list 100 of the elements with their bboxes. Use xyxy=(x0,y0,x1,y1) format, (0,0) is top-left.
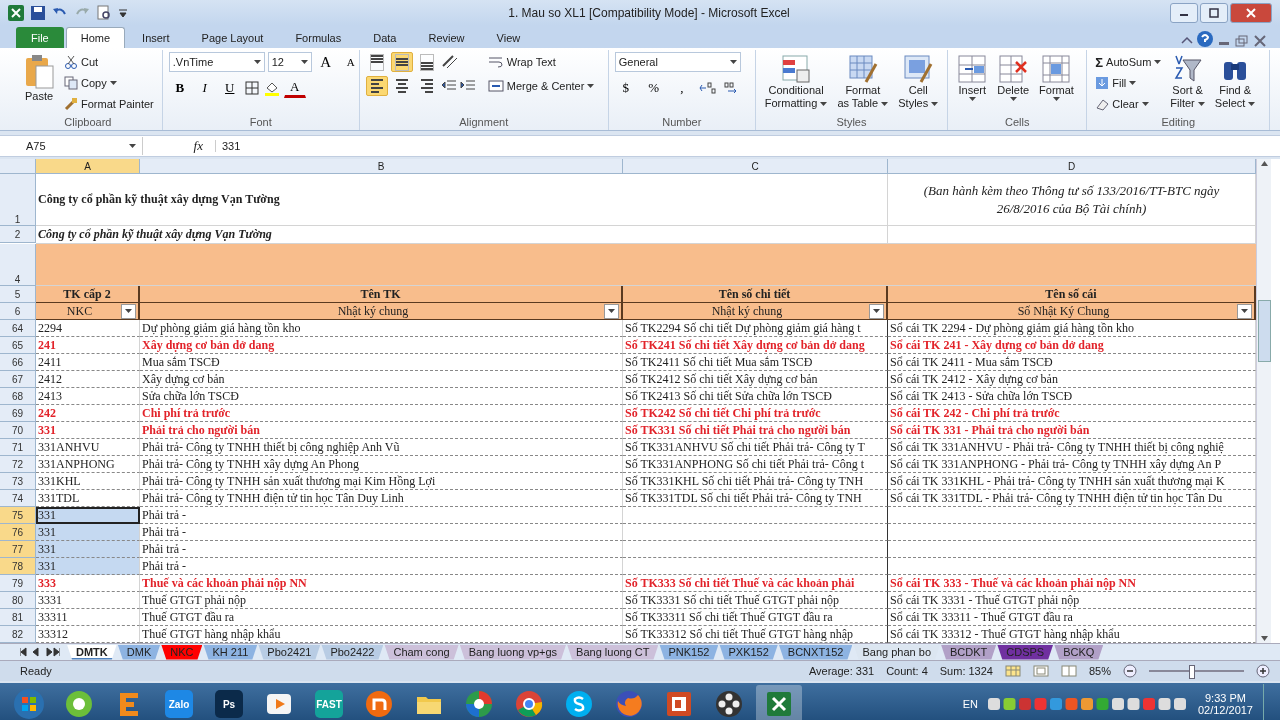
row-header[interactable]: 65 xyxy=(0,337,36,354)
sheet-tab[interactable]: DMK xyxy=(117,644,161,660)
sheet-tab[interactable]: BCDKT xyxy=(941,644,997,660)
insert-function-button[interactable]: fx xyxy=(143,138,215,154)
save-icon[interactable] xyxy=(30,4,46,21)
row-header[interactable]: 4 xyxy=(0,244,36,286)
ribbon-tab[interactable]: Data xyxy=(358,27,412,48)
borders-icon[interactable] xyxy=(243,80,260,96)
row-header[interactable]: 74 xyxy=(0,490,36,507)
print-preview-icon[interactable] xyxy=(96,4,112,21)
formula-field[interactable]: 331 xyxy=(215,140,1280,152)
sheet-tab[interactable]: PNK152 xyxy=(659,644,719,660)
row-header[interactable]: 5 xyxy=(0,286,36,303)
font-style-button[interactable]: B xyxy=(168,78,191,98)
maximize-button[interactable] xyxy=(1200,2,1228,23)
sheet-tab[interactable]: Bang luong vp+gs xyxy=(459,644,567,660)
comma-button[interactable]: , xyxy=(670,78,693,98)
font-color-button[interactable]: A xyxy=(283,78,306,98)
row-header[interactable]: 75 xyxy=(0,507,36,524)
find-select-button[interactable]: Find & Select xyxy=(1211,52,1259,112)
row-header[interactable]: 6 xyxy=(0,303,36,320)
help-icon[interactable] xyxy=(1196,30,1214,48)
sort-filter-button[interactable]: Sort & Filter xyxy=(1167,52,1208,112)
increase-decimal-icon[interactable] xyxy=(698,81,717,95)
row-header[interactable]: 66 xyxy=(0,354,36,371)
font-style-button[interactable]: U xyxy=(218,78,241,98)
sheet-tab[interactable]: Pbo2421 xyxy=(258,644,321,660)
row-header[interactable]: 1 xyxy=(0,174,36,226)
row-header[interactable]: 2 xyxy=(0,226,36,243)
close-button[interactable] xyxy=(1230,2,1272,23)
autosum-button[interactable]: Σ AutoSum xyxy=(1093,52,1164,72)
fill-color-icon[interactable] xyxy=(262,80,281,96)
taskbar-button[interactable]: Zalo xyxy=(156,685,202,720)
wrap-text-button[interactable]: Wrap Text xyxy=(485,52,597,72)
row-header[interactable]: 71 xyxy=(0,439,36,456)
filter-dropdown[interactable] xyxy=(1237,303,1252,319)
paste-button[interactable]: Paste xyxy=(20,52,58,105)
ribbon-tab[interactable]: Page Layout xyxy=(186,27,279,48)
fill-button[interactable]: Fill xyxy=(1093,73,1164,93)
row-header[interactable]: 77 xyxy=(0,541,36,558)
row-header[interactable]: 80 xyxy=(0,592,36,609)
font-name-field[interactable]: .VnTime xyxy=(168,52,265,72)
styles-button[interactable]: Conditional Formatting xyxy=(761,52,831,112)
currency-button[interactable]: $ xyxy=(614,78,637,98)
ribbon-tab[interactable]: Review xyxy=(413,27,480,48)
sheet-tab[interactable]: NKC xyxy=(161,644,203,660)
tray-icons-drawing[interactable] xyxy=(987,696,1188,712)
column-header[interactable]: C xyxy=(623,159,888,174)
row-header[interactable]: 76 xyxy=(0,524,36,541)
horizontal-align-button[interactable] xyxy=(365,76,388,96)
copy-button[interactable]: Copy xyxy=(62,73,156,93)
row-header[interactable]: 69 xyxy=(0,405,36,422)
styles-button[interactable]: Cell Styles xyxy=(895,52,942,112)
sheet-tab[interactable]: Bang phan bo xyxy=(853,644,940,660)
column-header[interactable]: D xyxy=(888,159,1256,174)
vertical-scrollbar[interactable] xyxy=(1256,159,1271,643)
row-header[interactable]: 81 xyxy=(0,609,36,626)
excel-logo-icon[interactable] xyxy=(8,4,24,21)
shrink-font-button[interactable]: A xyxy=(339,52,362,72)
merge-center-button[interactable]: Merge & Center xyxy=(485,76,597,96)
styles-button[interactable]: Format as Table xyxy=(834,52,892,112)
zoom-out-icon[interactable] xyxy=(1123,664,1137,678)
clock[interactable]: 9:33 PM 02/12/2017 xyxy=(1197,692,1253,716)
ribbon-tab[interactable]: Insert xyxy=(127,27,185,48)
zoom-slider-thumb[interactable] xyxy=(1188,665,1195,679)
filter-dropdown[interactable] xyxy=(869,303,884,319)
ribbon-tab[interactable]: File xyxy=(16,27,64,48)
row-header[interactable]: 72 xyxy=(0,456,36,473)
ribbon-tab[interactable]: View xyxy=(481,27,536,48)
sheet-tab[interactable]: BCNXT152 xyxy=(778,644,853,660)
row-header[interactable]: 79 xyxy=(0,575,36,592)
grow-font-button[interactable]: A xyxy=(314,52,337,72)
ribbon-tab[interactable]: Home xyxy=(65,27,126,48)
scroll-thumb[interactable] xyxy=(1257,300,1271,362)
row-header[interactable]: 68 xyxy=(0,388,36,405)
taskbar-button[interactable] xyxy=(756,685,802,720)
sheet-tab[interactable]: Cham cong xyxy=(384,644,459,660)
row-header[interactable]: 73 xyxy=(0,473,36,490)
sheet-tab[interactable]: Bang luong CT xyxy=(567,644,659,660)
vertical-align-button[interactable] xyxy=(390,52,413,72)
row-header[interactable]: 70 xyxy=(0,422,36,439)
percent-button[interactable]: % xyxy=(642,78,665,98)
clear-button[interactable]: Clear xyxy=(1093,94,1164,114)
column-header[interactable]: A xyxy=(36,159,140,174)
sheet-tab[interactable]: BCKQ xyxy=(1054,644,1104,660)
taskbar-button[interactable]: Ps xyxy=(206,685,252,720)
cells-button[interactable]: Format xyxy=(1036,52,1077,104)
language-indicator[interactable]: EN xyxy=(962,698,978,710)
ribbon-tab[interactable]: Formulas xyxy=(280,27,357,48)
sheet-tab[interactable]: Pbo2422 xyxy=(321,644,384,660)
column-header[interactable]: B xyxy=(140,159,623,174)
sheet-tab[interactable]: PXK152 xyxy=(719,644,778,660)
row-header[interactable]: 67 xyxy=(0,371,36,388)
orientation-icon[interactable] xyxy=(440,54,459,70)
cells-button[interactable]: Insert xyxy=(954,52,991,104)
font-style-button[interactable]: I xyxy=(193,78,216,98)
restore-workbook-icon[interactable] xyxy=(1234,34,1250,48)
sheet-tab[interactable]: KH 211 xyxy=(203,644,258,660)
number-format-field[interactable]: General xyxy=(614,52,741,72)
sheet-nav-icon[interactable] xyxy=(20,647,60,657)
